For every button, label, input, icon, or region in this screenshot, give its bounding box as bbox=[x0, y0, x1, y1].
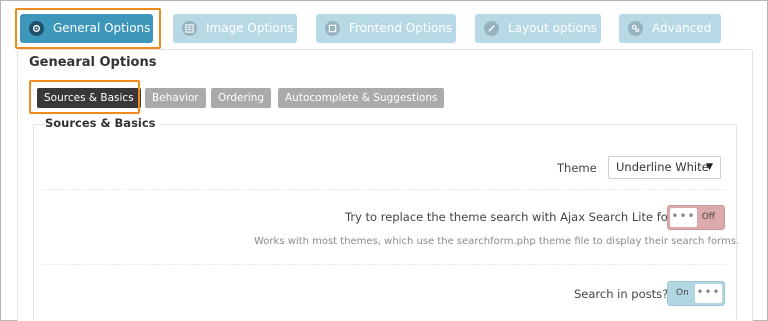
row-divider bbox=[42, 264, 726, 265]
theme-label: Theme bbox=[557, 161, 597, 175]
replace-search-toggle[interactable]: ••• Off bbox=[667, 205, 725, 230]
replace-search-label: Try to replace the theme search with Aja… bbox=[345, 210, 690, 224]
toggle-handle-icon: ••• bbox=[695, 284, 722, 303]
toggle-state-label: Off bbox=[701, 212, 715, 222]
chevron-down-icon: ▼ bbox=[706, 162, 713, 172]
tab-layout-options[interactable]: Layout options bbox=[475, 14, 601, 43]
section-title: Sources & Basics bbox=[45, 116, 160, 130]
toggle-state-label: On bbox=[676, 288, 689, 298]
tab-label: Frontend Options bbox=[349, 21, 453, 35]
frontend-icon bbox=[325, 21, 340, 36]
search-posts-toggle[interactable]: On ••• bbox=[667, 281, 725, 306]
replace-search-note: Works with most themes, which use the se… bbox=[254, 236, 740, 247]
tab-frontend-options[interactable]: Frontend Options bbox=[316, 14, 456, 43]
theme-select[interactable]: Underline White ▼ bbox=[608, 156, 721, 179]
tab-label: Image Options bbox=[206, 21, 294, 35]
subtab-ordering[interactable]: Ordering bbox=[211, 88, 272, 108]
row-divider bbox=[42, 189, 726, 190]
tab-image-options[interactable]: Image Options bbox=[173, 14, 297, 43]
image-icon bbox=[182, 21, 197, 36]
subtab-behavior[interactable]: Behavior bbox=[145, 88, 206, 108]
highlight-box-general-tab bbox=[15, 8, 161, 49]
pencil-icon bbox=[484, 21, 499, 36]
cogs-icon bbox=[628, 21, 643, 36]
search-posts-label: Search in posts? bbox=[574, 287, 669, 301]
tab-label: Advanced bbox=[652, 21, 712, 35]
highlight-box-sources-subtab bbox=[29, 80, 140, 114]
tab-advanced[interactable]: Advanced bbox=[619, 14, 721, 43]
tab-label: Layout options bbox=[508, 21, 597, 35]
panel-title: Genearal Options bbox=[29, 55, 157, 70]
theme-select-value: Underline White bbox=[616, 160, 709, 174]
toggle-handle-icon: ••• bbox=[670, 208, 697, 227]
subtab-autocomplete-suggestions[interactable]: Autocomplete & Suggestions bbox=[278, 88, 445, 108]
